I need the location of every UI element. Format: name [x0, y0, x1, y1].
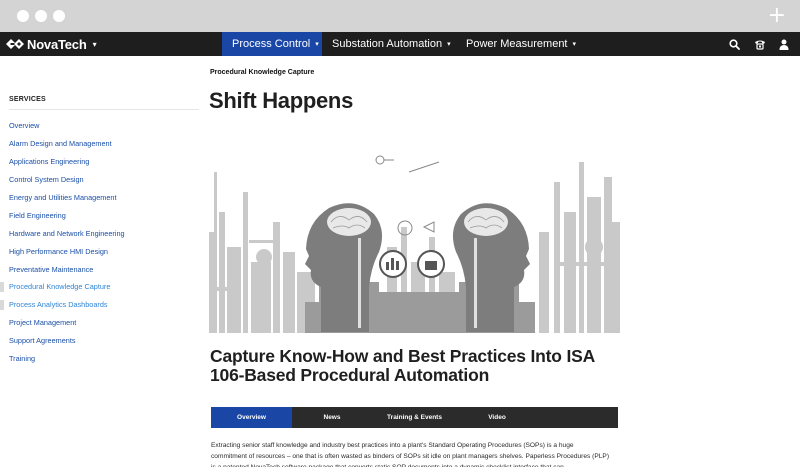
chevron-down-icon: ▾ — [572, 41, 577, 48]
sidebar-item-support-agreements[interactable]: Support Agreements — [0, 334, 200, 348]
nav-item-process-control[interactable]: Process Control ▾ — [222, 32, 322, 56]
chevron-down-icon: ▾ — [315, 41, 319, 48]
sidebar-item-project-management[interactable]: Project Management — [0, 316, 200, 330]
page-title: Shift Happens — [209, 88, 353, 113]
window-zoom-dot[interactable] — [53, 10, 65, 22]
content-tabs: Overview News Training & Events Video — [211, 407, 618, 428]
nav-item-label: Substation Automation — [332, 38, 443, 50]
browser-chrome: + — [0, 0, 800, 32]
nav-item-power-measurement[interactable]: Power Measurement ▾ — [456, 32, 578, 56]
sidebar-heading: SERVICES — [9, 96, 46, 103]
tab-video[interactable]: Video — [457, 407, 537, 428]
sidebar-item-control-system-design[interactable]: Control System Design — [0, 173, 200, 187]
sidebar-item-preventative-maintenance[interactable]: Preventative Maintenance — [0, 263, 200, 277]
sidebar-item-energy-utilities[interactable]: Energy and Utilities Management — [0, 191, 200, 205]
site-logo[interactable]: NovaTech ▾ — [6, 36, 97, 52]
nav-item-substation-automation[interactable]: Substation Automation ▾ — [322, 32, 456, 56]
nav-item-label: Process Control — [232, 38, 311, 50]
window-minimize-dot[interactable] — [35, 10, 47, 22]
breadcrumb: Procedural Knowledge Capture — [210, 69, 315, 76]
chevron-down-icon[interactable]: ▾ — [93, 40, 97, 49]
window-close-dot[interactable] — [17, 10, 29, 22]
tab-news[interactable]: News — [292, 407, 372, 428]
sidebar-item-training[interactable]: Training — [0, 352, 200, 366]
sidebar-item-procedural-knowledge-capture[interactable]: Procedural Knowledge Capture — [0, 280, 200, 294]
section-heading: Capture Know-How and Best Practices Into… — [210, 346, 595, 385]
tab-training-events[interactable]: Training & Events — [372, 407, 457, 428]
plus-icon[interactable]: + — [768, 5, 786, 27]
search-icon[interactable] — [724, 32, 744, 56]
novatech-logo-mark — [6, 39, 24, 49]
logo-text: NovaTech — [27, 36, 87, 52]
sidebar-item-hardware-network[interactable]: Hardware and Network Engineering — [0, 227, 200, 241]
sidebar-item-hmi-design[interactable]: High Performance HMI Design — [0, 245, 200, 259]
sidebar-item-alarm-design[interactable]: Alarm Design and Management — [0, 137, 200, 151]
nav-item-label: Power Measurement — [466, 38, 568, 50]
sidebar-item-process-analytics[interactable]: Process Analytics Dashboards — [0, 298, 200, 312]
sidebar-item-overview[interactable]: Overview — [0, 119, 200, 133]
phone-icon[interactable] — [750, 32, 770, 56]
site-navbar: NovaTech ▾ Process Control ▾ Substation A… — [0, 32, 800, 56]
sidebar-item-field-engineering[interactable]: Field Engineering — [0, 209, 200, 223]
sidebar-item-applications-engineering[interactable]: Applications Engineering — [0, 155, 200, 169]
user-icon[interactable] — [774, 32, 794, 56]
tab-overview[interactable]: Overview — [211, 407, 292, 428]
chevron-down-icon: ▾ — [447, 41, 451, 48]
hero-illustration — [209, 155, 620, 333]
body-paragraph: Extracting senior staff knowledge and in… — [211, 442, 610, 467]
divider — [9, 109, 199, 110]
page-content: SERVICES Overview Alarm Design and Manag… — [0, 56, 800, 467]
